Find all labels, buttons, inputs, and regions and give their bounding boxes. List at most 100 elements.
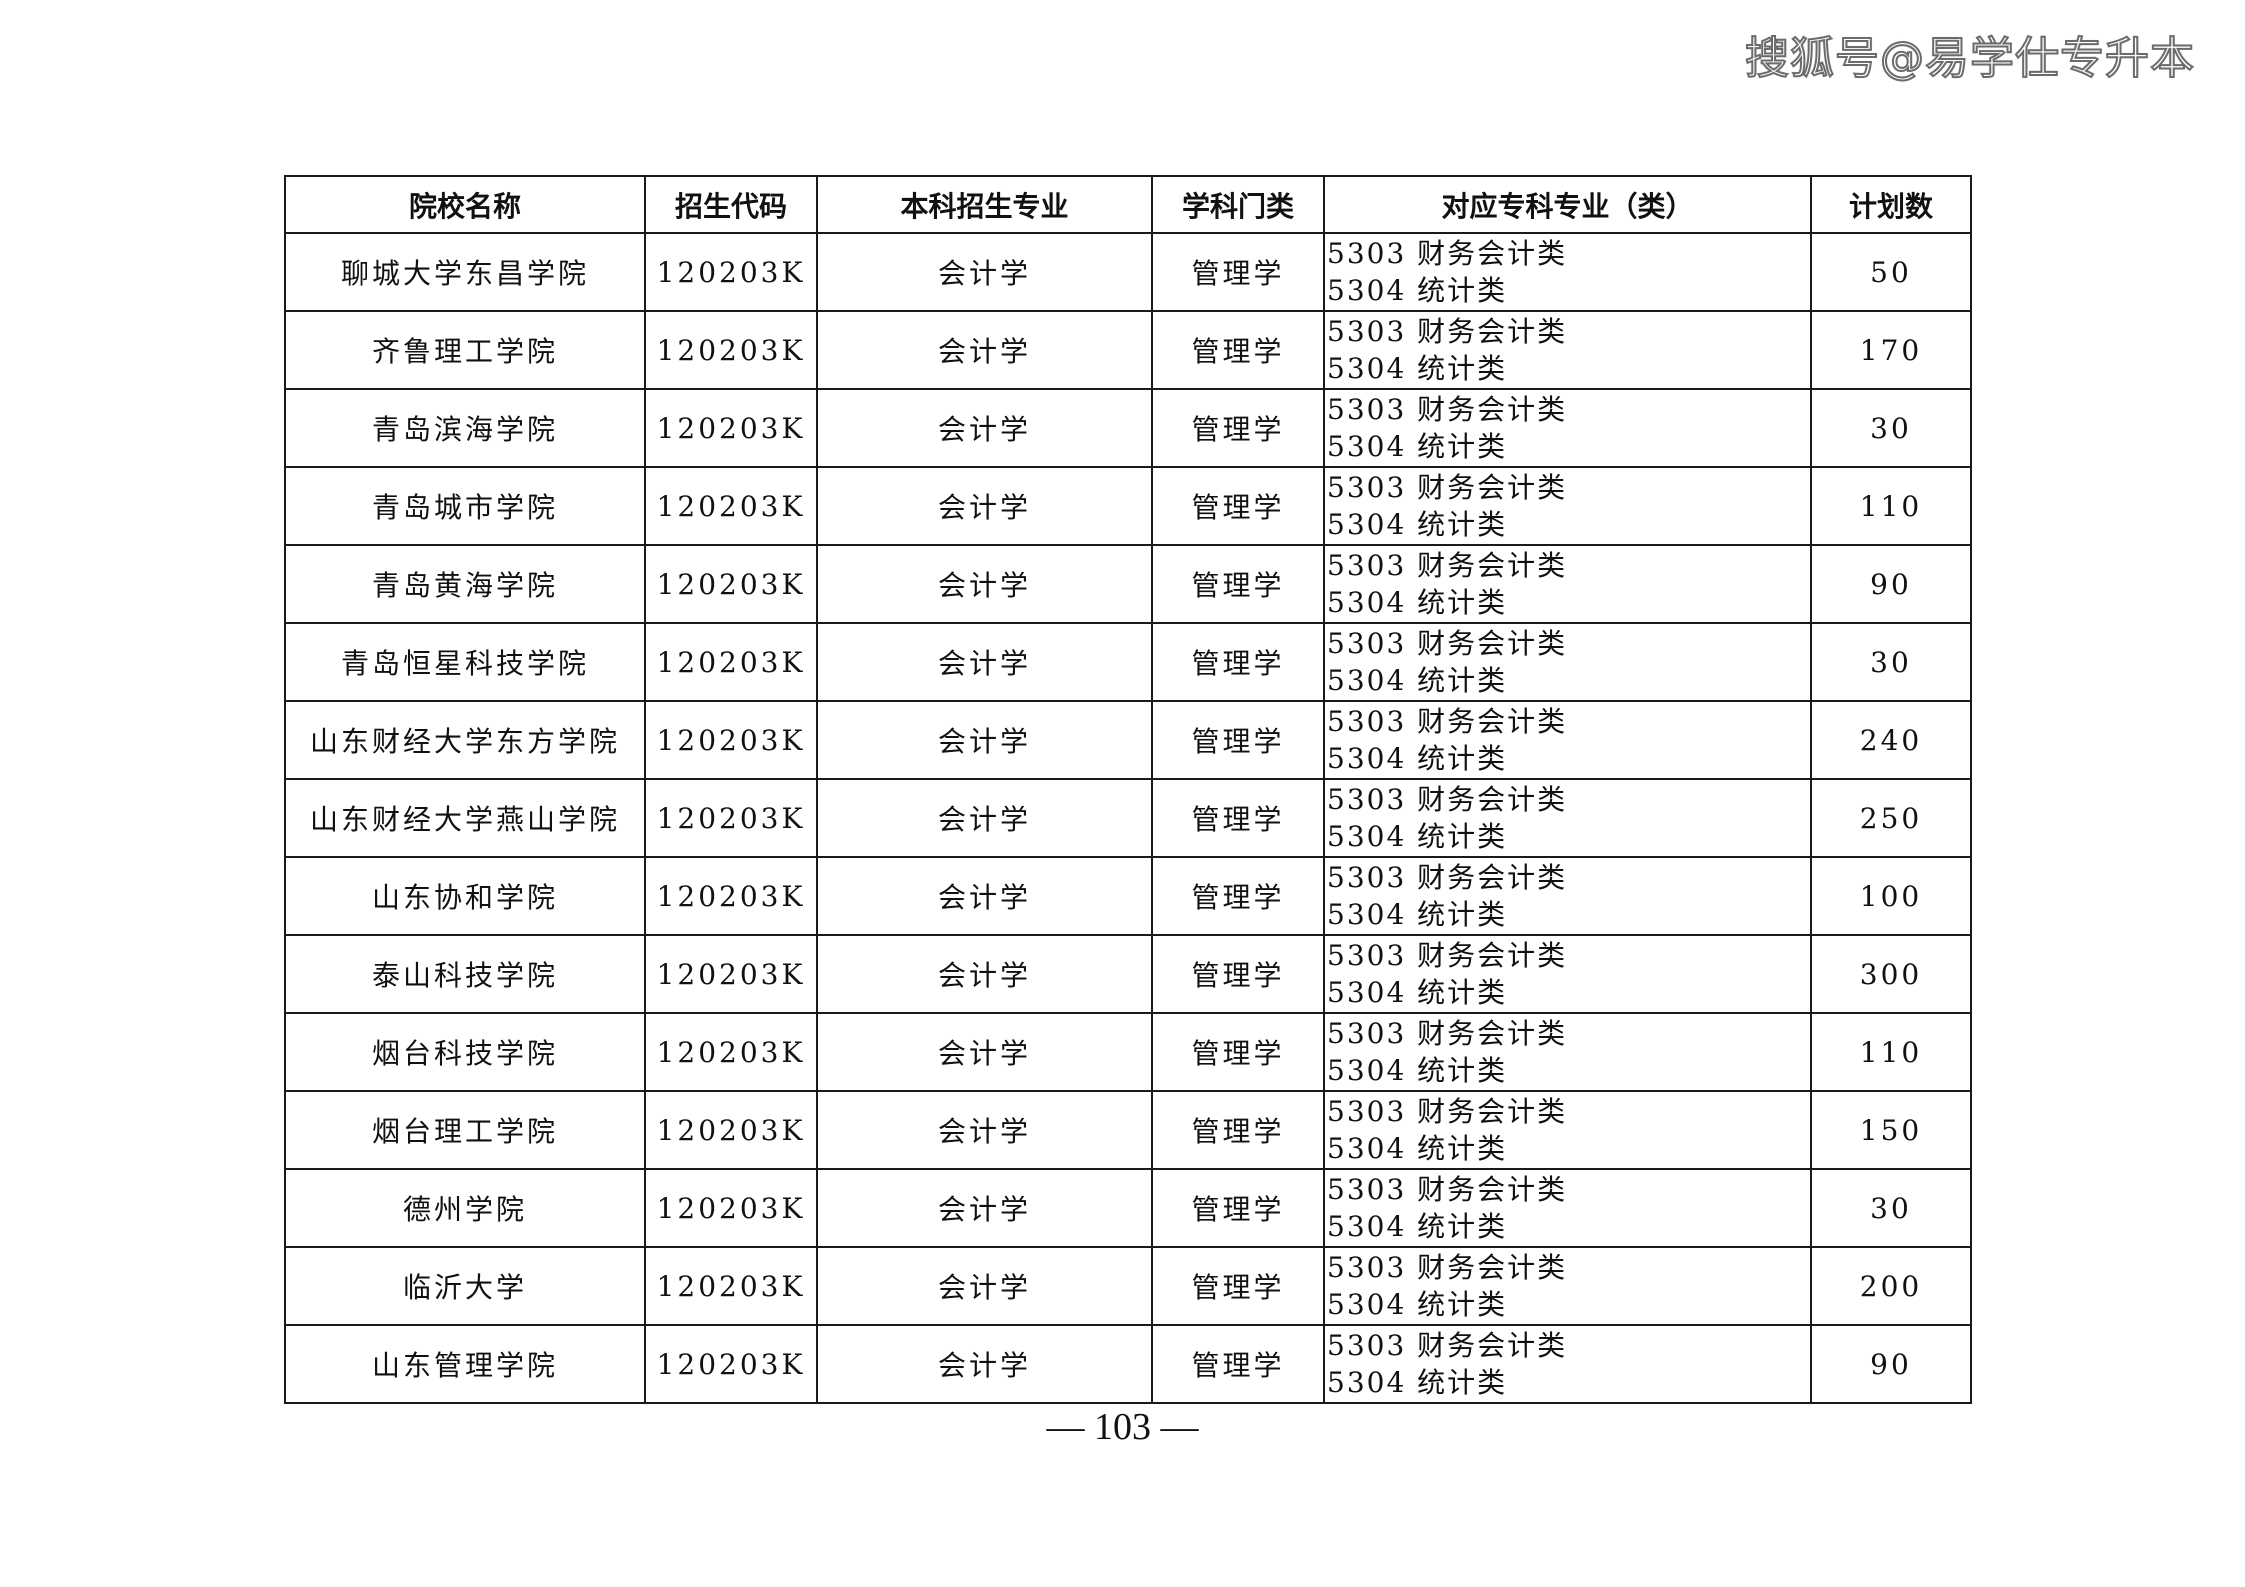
corresponding-cell: 5303 财务会计类 5304 统计类 bbox=[1323, 700, 1812, 780]
corresponding-cell: 5303 财务会计类 5304 统计类 bbox=[1323, 1090, 1812, 1170]
school-cell: 德州学院 bbox=[284, 1168, 646, 1248]
table-row: 山东管理学院 120203K 会计学 管理学 5303 财务会计类 5304 统计类 90 bbox=[284, 1324, 1972, 1404]
watermark: 搜狐号@易学仕专升本 bbox=[1744, 32, 2195, 85]
category-cell: 管理学 bbox=[1151, 466, 1325, 546]
school-cell: 临沂大学 bbox=[284, 1246, 646, 1326]
plan-cell: 30 bbox=[1810, 622, 1972, 702]
code-cell: 120203K bbox=[644, 1246, 818, 1326]
corresponding-cell: 5303 财务会计类 5304 统计类 bbox=[1323, 388, 1812, 468]
corresponding-cell: 5303 财务会计类 5304 统计类 bbox=[1323, 232, 1812, 312]
header-corresponding: 对应专科专业（类） bbox=[1323, 175, 1812, 234]
major-cell: 会计学 bbox=[816, 388, 1153, 468]
category-cell: 管理学 bbox=[1151, 310, 1325, 390]
plan-cell: 30 bbox=[1810, 1168, 1972, 1248]
corresponding-major: 5303 财务会计类 bbox=[1327, 1017, 1568, 1050]
header-plan: 计划数 bbox=[1810, 175, 1972, 234]
code-cell: 120203K bbox=[644, 310, 818, 390]
plan-cell: 150 bbox=[1810, 1090, 1972, 1170]
table-row: 齐鲁理工学院 120203K 会计学 管理学 5303 财务会计类 5304 统计类 170 bbox=[284, 310, 1972, 390]
corresponding-major: 5303 财务会计类 bbox=[1327, 783, 1568, 816]
corresponding-cell: 5303 财务会计类 5304 统计类 bbox=[1323, 856, 1812, 936]
plan-cell: 30 bbox=[1810, 388, 1972, 468]
major-cell: 会计学 bbox=[816, 232, 1153, 312]
code-cell: 120203K bbox=[644, 388, 818, 468]
code-cell: 120203K bbox=[644, 700, 818, 780]
table-row: 临沂大学 120203K 会计学 管理学 5303 财务会计类 5304 统计类 200 bbox=[284, 1246, 1972, 1326]
school-cell: 山东协和学院 bbox=[284, 856, 646, 936]
school-cell: 泰山科技学院 bbox=[284, 934, 646, 1014]
header-category: 学科门类 bbox=[1151, 175, 1325, 234]
corresponding-major: 5304 统计类 bbox=[1327, 664, 1508, 697]
category-cell: 管理学 bbox=[1151, 934, 1325, 1014]
table-row: 德州学院 120203K 会计学 管理学 5303 财务会计类 5304 统计类 30 bbox=[284, 1168, 1972, 1248]
corresponding-major: 5304 统计类 bbox=[1327, 976, 1508, 1009]
table-row: 青岛恒星科技学院 120203K 会计学 管理学 5303 财务会计类 5304 统计类 3… bbox=[284, 622, 1972, 702]
corresponding-cell: 5303 财务会计类 5304 统计类 bbox=[1323, 1168, 1812, 1248]
table-row: 山东财经大学东方学院 120203K 会计学 管理学 5303 财务会计类 5304 统计… bbox=[284, 700, 1972, 780]
major-cell: 会计学 bbox=[816, 466, 1153, 546]
plan-cell: 90 bbox=[1810, 544, 1972, 624]
header-major: 本科招生专业 bbox=[816, 175, 1153, 234]
major-cell: 会计学 bbox=[816, 934, 1153, 1014]
category-cell: 管理学 bbox=[1151, 1090, 1325, 1170]
code-cell: 120203K bbox=[644, 544, 818, 624]
code-cell: 120203K bbox=[644, 622, 818, 702]
plan-cell: 300 bbox=[1810, 934, 1972, 1014]
table-row: 青岛黄海学院 120203K 会计学 管理学 5303 财务会计类 5304 统计类 90 bbox=[284, 544, 1972, 624]
school-cell: 山东财经大学东方学院 bbox=[284, 700, 646, 780]
major-cell: 会计学 bbox=[816, 622, 1153, 702]
corresponding-major: 5303 财务会计类 bbox=[1327, 1173, 1568, 1206]
category-cell: 管理学 bbox=[1151, 388, 1325, 468]
school-cell: 青岛城市学院 bbox=[284, 466, 646, 546]
category-cell: 管理学 bbox=[1151, 622, 1325, 702]
table-row: 青岛滨海学院 120203K 会计学 管理学 5303 财务会计类 5304 统计类 30 bbox=[284, 388, 1972, 468]
header-school: 院校名称 bbox=[284, 175, 646, 234]
page-number: — 103 — bbox=[1046, 1406, 1199, 1448]
code-cell: 120203K bbox=[644, 934, 818, 1014]
code-cell: 120203K bbox=[644, 1168, 818, 1248]
corresponding-cell: 5303 财务会计类 5304 统计类 bbox=[1323, 934, 1812, 1014]
category-cell: 管理学 bbox=[1151, 1168, 1325, 1248]
school-cell: 齐鲁理工学院 bbox=[284, 310, 646, 390]
code-cell: 120203K bbox=[644, 778, 818, 858]
corresponding-major: 5303 财务会计类 bbox=[1327, 393, 1568, 426]
corresponding-major: 5303 财务会计类 bbox=[1327, 705, 1568, 738]
table-row: 聊城大学东昌学院 120203K 会计学 管理学 5303 财务会计类 5304 统计类 5… bbox=[284, 232, 1972, 312]
category-cell: 管理学 bbox=[1151, 856, 1325, 936]
school-cell: 烟台科技学院 bbox=[284, 1012, 646, 1092]
corresponding-major: 5304 统计类 bbox=[1327, 508, 1508, 541]
corresponding-major: 5304 统计类 bbox=[1327, 586, 1508, 619]
corresponding-cell: 5303 财务会计类 5304 统计类 bbox=[1323, 622, 1812, 702]
category-cell: 管理学 bbox=[1151, 700, 1325, 780]
table-row: 烟台科技学院 120203K 会计学 管理学 5303 财务会计类 5304 统计类 110 bbox=[284, 1012, 1972, 1092]
school-cell: 山东财经大学燕山学院 bbox=[284, 778, 646, 858]
plan-cell: 50 bbox=[1810, 232, 1972, 312]
school-cell: 青岛滨海学院 bbox=[284, 388, 646, 468]
major-cell: 会计学 bbox=[816, 310, 1153, 390]
plan-cell: 170 bbox=[1810, 310, 1972, 390]
corresponding-cell: 5303 财务会计类 5304 统计类 bbox=[1323, 1012, 1812, 1092]
header-code: 招生代码 bbox=[644, 175, 818, 234]
corresponding-major: 5304 统计类 bbox=[1327, 898, 1508, 931]
corresponding-cell: 5303 财务会计类 5304 统计类 bbox=[1323, 778, 1812, 858]
corresponding-major: 5304 统计类 bbox=[1327, 1210, 1508, 1243]
category-cell: 管理学 bbox=[1151, 232, 1325, 312]
category-cell: 管理学 bbox=[1151, 1246, 1325, 1326]
corresponding-major: 5303 财务会计类 bbox=[1327, 1329, 1568, 1362]
corresponding-major: 5304 统计类 bbox=[1327, 1288, 1508, 1321]
major-cell: 会计学 bbox=[816, 700, 1153, 780]
table-row: 泰山科技学院 120203K 会计学 管理学 5303 财务会计类 5304 统计类 300 bbox=[284, 934, 1972, 1014]
corresponding-major: 5303 财务会计类 bbox=[1327, 237, 1568, 270]
corresponding-major: 5304 统计类 bbox=[1327, 274, 1508, 307]
code-cell: 120203K bbox=[644, 856, 818, 936]
corresponding-major: 5303 财务会计类 bbox=[1327, 939, 1568, 972]
major-cell: 会计学 bbox=[816, 1168, 1153, 1248]
corresponding-major: 5303 财务会计类 bbox=[1327, 861, 1568, 894]
table-row: 青岛城市学院 120203K 会计学 管理学 5303 财务会计类 5304 统计类 110 bbox=[284, 466, 1972, 546]
corresponding-major: 5304 统计类 bbox=[1327, 1366, 1508, 1399]
corresponding-major: 5304 统计类 bbox=[1327, 430, 1508, 463]
code-cell: 120203K bbox=[644, 1324, 818, 1404]
major-cell: 会计学 bbox=[816, 544, 1153, 624]
table-row: 山东协和学院 120203K 会计学 管理学 5303 财务会计类 5304 统计类 100 bbox=[284, 856, 1972, 936]
major-cell: 会计学 bbox=[816, 1012, 1153, 1092]
